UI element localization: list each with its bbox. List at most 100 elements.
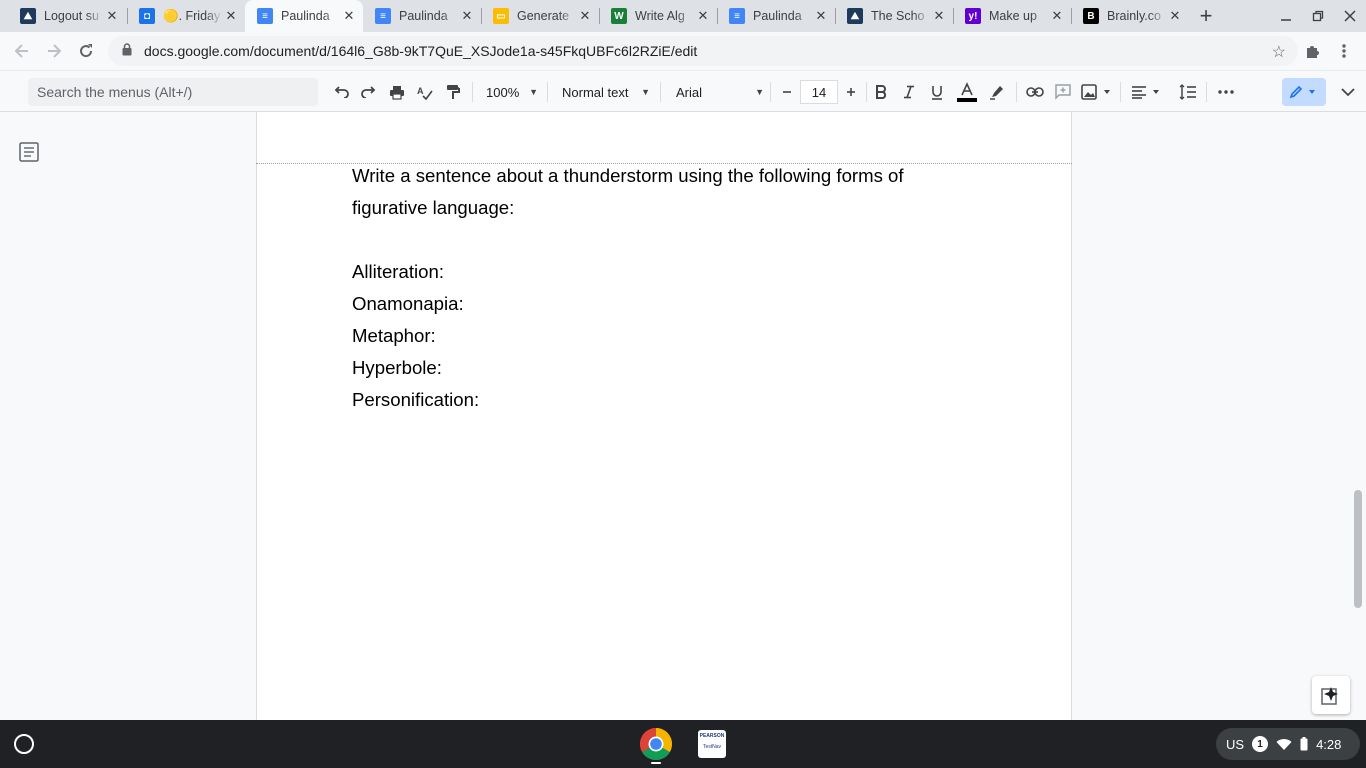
new-tab-icon[interactable]: + xyxy=(1196,3,1216,28)
back-arrow-icon[interactable] xyxy=(10,39,34,63)
battery-icon xyxy=(1300,737,1308,751)
close-icon[interactable]: ✕ xyxy=(223,8,239,24)
line-spacing-icon[interactable] xyxy=(1176,80,1200,104)
wifi-icon xyxy=(1276,738,1292,750)
docs-icon: ≡ xyxy=(257,8,273,24)
document-body[interactable]: Write a sentence about a thunderstorm us… xyxy=(352,160,952,416)
close-icon[interactable]: ✕ xyxy=(104,8,120,24)
vertical-scrollbar[interactable] xyxy=(1354,490,1362,608)
bold-icon[interactable] xyxy=(870,80,892,104)
close-icon[interactable]: ✕ xyxy=(341,8,357,24)
system-shelf: PEARSON TestNav US 1 4:28 xyxy=(0,720,1366,768)
more-options-icon[interactable] xyxy=(1214,80,1238,104)
browser-tab[interactable]: ⛰ Logout su ✕ xyxy=(8,0,126,32)
tab-title: 🟡. Friday xyxy=(163,8,221,23)
testnav-label: TestNav xyxy=(702,744,722,750)
editing-mode-button[interactable] xyxy=(1282,78,1326,106)
yahoo-icon: y! xyxy=(965,8,981,24)
docs-toolbar: Search the menus (Alt+/) A 100% ▼ Normal… xyxy=(0,70,1366,112)
address-bar[interactable]: docs.google.com/document/d/164l6_G8b-9kT… xyxy=(108,36,1298,66)
forward-arrow-icon[interactable] xyxy=(42,39,66,63)
toolbar-divider xyxy=(1206,82,1207,102)
zoom-value: 100% xyxy=(486,84,520,100)
close-icon[interactable]: ✕ xyxy=(459,8,475,24)
document-outline-icon[interactable] xyxy=(19,142,39,167)
toolbar-divider xyxy=(660,82,661,102)
status-tray[interactable]: US 1 4:28 xyxy=(1216,728,1360,760)
font-size-input[interactable]: 14 xyxy=(800,80,838,104)
window-close-icon[interactable] xyxy=(1340,6,1360,26)
close-icon[interactable]: ✕ xyxy=(577,8,593,24)
close-icon[interactable]: ✕ xyxy=(695,8,711,24)
toolbar-divider xyxy=(866,82,867,102)
testnav-app-icon[interactable]: PEARSON TestNav xyxy=(698,730,726,758)
document-line: Alliteration: xyxy=(352,261,444,282)
close-icon[interactable]: ✕ xyxy=(813,8,829,24)
browser-tab[interactable]: y! Make up ✕ xyxy=(953,0,1071,32)
browser-tab[interactable]: ▭ Generate ✕ xyxy=(481,0,599,32)
italic-icon[interactable] xyxy=(898,80,920,104)
chrome-app-icon[interactable] xyxy=(639,727,673,761)
clock: 4:28 xyxy=(1316,736,1342,752)
paragraph-style-dropdown[interactable]: Normal text ▼ xyxy=(562,80,650,104)
browser-tab[interactable]: ≡ Paulinda ✕ xyxy=(363,0,481,32)
align-left-icon[interactable] xyxy=(1130,80,1162,104)
document-line: Personification: xyxy=(352,389,480,410)
decrease-font-size-icon[interactable] xyxy=(776,80,798,104)
keyboard-locale: US xyxy=(1226,736,1245,752)
undo-icon[interactable] xyxy=(330,80,352,104)
browser-tab[interactable]: W Write Alg ✕ xyxy=(599,0,717,32)
print-icon[interactable] xyxy=(386,80,408,104)
close-icon[interactable]: ✕ xyxy=(931,8,947,24)
browser-tab[interactable]: ≡ Paulinda ✕ xyxy=(717,0,835,32)
slides-icon: ▭ xyxy=(493,8,509,24)
url-text: docs.google.com/document/d/164l6_G8b-9kT… xyxy=(144,43,698,59)
extensions-puzzle-icon[interactable] xyxy=(1300,39,1324,63)
toolbar-divider xyxy=(472,82,473,102)
highlight-color-icon[interactable] xyxy=(986,80,1008,104)
close-icon[interactable]: ✕ xyxy=(1049,8,1065,24)
document-line: Metaphor: xyxy=(352,325,436,346)
reload-icon[interactable] xyxy=(74,39,98,63)
redo-icon[interactable] xyxy=(358,80,380,104)
tab-title: Make up xyxy=(989,9,1037,23)
minimize-icon[interactable] xyxy=(1276,6,1296,26)
document-line: Hyperbole: xyxy=(352,357,442,378)
caret-down-icon: ▼ xyxy=(641,87,650,97)
browser-tab[interactable]: ⛰ The Scho ✕ xyxy=(835,0,953,32)
toolbar-divider xyxy=(770,82,771,102)
insert-link-icon[interactable] xyxy=(1024,80,1046,104)
document-line: Onamonapia: xyxy=(352,293,464,314)
bookmark-star-icon[interactable]: ☆ xyxy=(1272,42,1286,62)
contacts-icon: ◘ xyxy=(139,8,155,24)
pencil-icon xyxy=(1289,85,1315,99)
paint-format-icon[interactable] xyxy=(442,80,464,104)
caret-down-icon: ▼ xyxy=(529,87,538,97)
font-dropdown[interactable]: Arial ▼ xyxy=(676,80,764,104)
close-icon[interactable]: ✕ xyxy=(1167,8,1183,24)
increase-font-size-icon[interactable] xyxy=(840,80,862,104)
spellcheck-icon[interactable]: A xyxy=(414,80,436,104)
search-menus-input[interactable]: Search the menus (Alt+/) xyxy=(28,78,318,106)
browser-tab[interactable]: B Brainly.co ✕ xyxy=(1071,0,1189,32)
launcher-icon[interactable] xyxy=(14,734,34,754)
more-menu-icon[interactable] xyxy=(1332,39,1356,63)
restore-icon[interactable] xyxy=(1308,6,1328,26)
text-color-icon[interactable] xyxy=(956,80,978,104)
svg-text:A: A xyxy=(417,86,424,96)
browser-tab-active[interactable]: ≡ Paulinda ✕ xyxy=(245,0,363,32)
toolbar-divider xyxy=(547,82,548,102)
hide-menus-chevron-icon[interactable] xyxy=(1338,80,1358,104)
tab-title: Paulinda xyxy=(753,9,802,23)
insert-image-icon[interactable] xyxy=(1080,80,1112,104)
add-comment-icon[interactable] xyxy=(1052,80,1074,104)
explore-button[interactable] xyxy=(1312,676,1350,714)
lock-icon xyxy=(122,43,136,59)
zoom-dropdown[interactable]: 100% ▼ xyxy=(486,80,538,104)
document-canvas: Write a sentence about a thunderstorm us… xyxy=(0,112,1366,720)
paragraph-style-value: Normal text xyxy=(562,84,629,100)
browser-tab[interactable]: ◘ 🟡. Friday ✕ xyxy=(127,0,245,32)
underline-icon[interactable] xyxy=(926,80,948,104)
toolbar-divider xyxy=(1016,82,1017,102)
docs-icon: ≡ xyxy=(729,8,745,24)
